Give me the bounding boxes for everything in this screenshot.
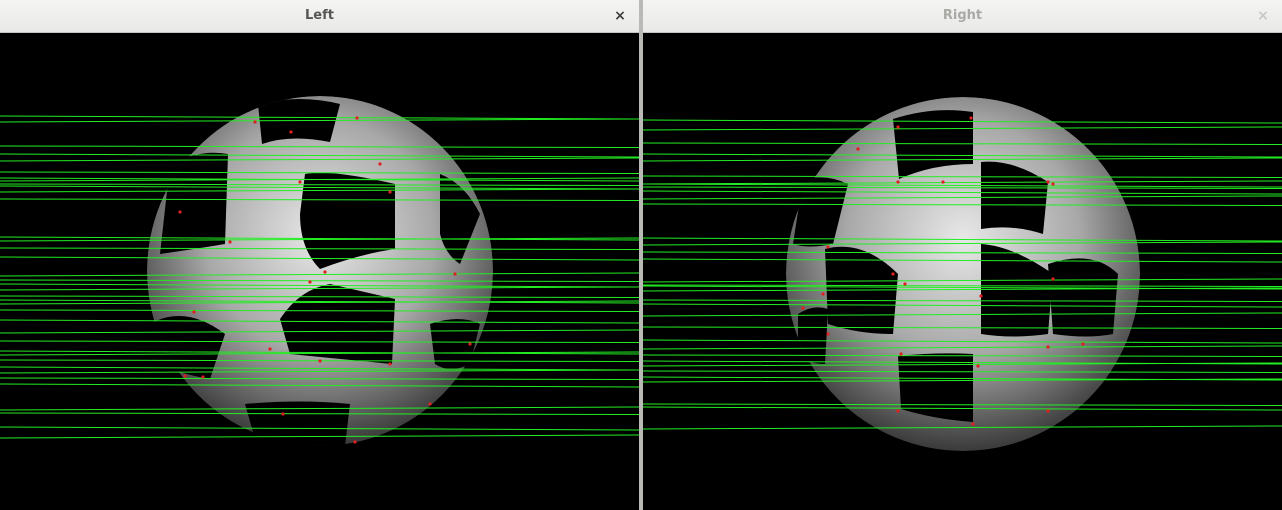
keypoint-marker — [976, 364, 980, 368]
right-window-titlebar[interactable]: Right × — [643, 0, 1282, 33]
keypoint-marker — [453, 272, 457, 276]
keypoint-marker — [355, 116, 359, 120]
keypoint-marker — [1046, 345, 1050, 349]
keypoint-marker — [308, 280, 312, 284]
right-window-title: Right — [942, 8, 983, 23]
keypoint-marker — [388, 190, 392, 194]
close-icon[interactable]: × — [1252, 6, 1274, 26]
sphere-left — [147, 96, 493, 446]
keypoint-marker — [353, 440, 357, 444]
keypoint-marker — [468, 342, 472, 346]
keypoint-marker — [428, 402, 432, 406]
keypoint-marker — [268, 347, 272, 351]
left-image-canvas — [0, 34, 639, 510]
keypoint-marker — [1046, 409, 1050, 413]
keypoint-marker — [856, 147, 860, 151]
keypoint-marker — [891, 272, 895, 276]
keypoint-marker — [228, 240, 232, 244]
keypoint-marker — [826, 332, 830, 336]
keypoint-marker — [971, 422, 975, 426]
keypoint-marker — [941, 180, 945, 184]
keypoint-marker — [323, 270, 327, 274]
right-image-canvas — [643, 34, 1282, 510]
left-image-window: Left × — [0, 0, 639, 510]
left-window-title: Left — [305, 8, 334, 23]
keypoint-marker — [896, 409, 900, 413]
keypoint-marker — [1081, 342, 1085, 346]
keypoint-marker — [896, 125, 900, 129]
close-icon[interactable]: × — [609, 6, 631, 26]
keypoint-marker — [896, 180, 900, 184]
keypoint-marker — [801, 306, 805, 310]
keypoint-marker — [821, 292, 825, 296]
keypoint-marker — [192, 310, 196, 314]
keypoint-marker — [979, 294, 983, 298]
keypoint-marker — [318, 359, 322, 363]
checker-patch — [258, 99, 340, 144]
keypoint-marker — [201, 375, 205, 379]
keypoint-marker — [1051, 182, 1055, 186]
sphere-right — [786, 97, 1140, 451]
keypoint-marker — [1051, 277, 1055, 281]
right-stereo-image — [643, 97, 1282, 451]
keypoint-marker — [298, 180, 302, 184]
left-window-titlebar[interactable]: Left × — [0, 0, 639, 33]
right-image-window: Right × — [643, 0, 1282, 510]
keypoint-marker — [969, 116, 973, 120]
keypoint-marker — [289, 130, 293, 134]
checker-patch — [160, 152, 228, 254]
checker-patch — [1048, 258, 1118, 337]
keypoint-marker — [178, 210, 182, 214]
keypoint-marker — [1046, 180, 1050, 184]
keypoint-marker — [183, 374, 187, 378]
left-stereo-image — [0, 96, 639, 446]
keypoint-marker — [281, 412, 285, 416]
keypoint-marker — [388, 362, 392, 366]
keypoint-marker — [903, 282, 907, 286]
keypoint-marker — [899, 352, 903, 356]
keypoint-marker — [826, 245, 830, 249]
keypoint-marker — [253, 120, 257, 124]
keypoint-marker — [378, 162, 382, 166]
